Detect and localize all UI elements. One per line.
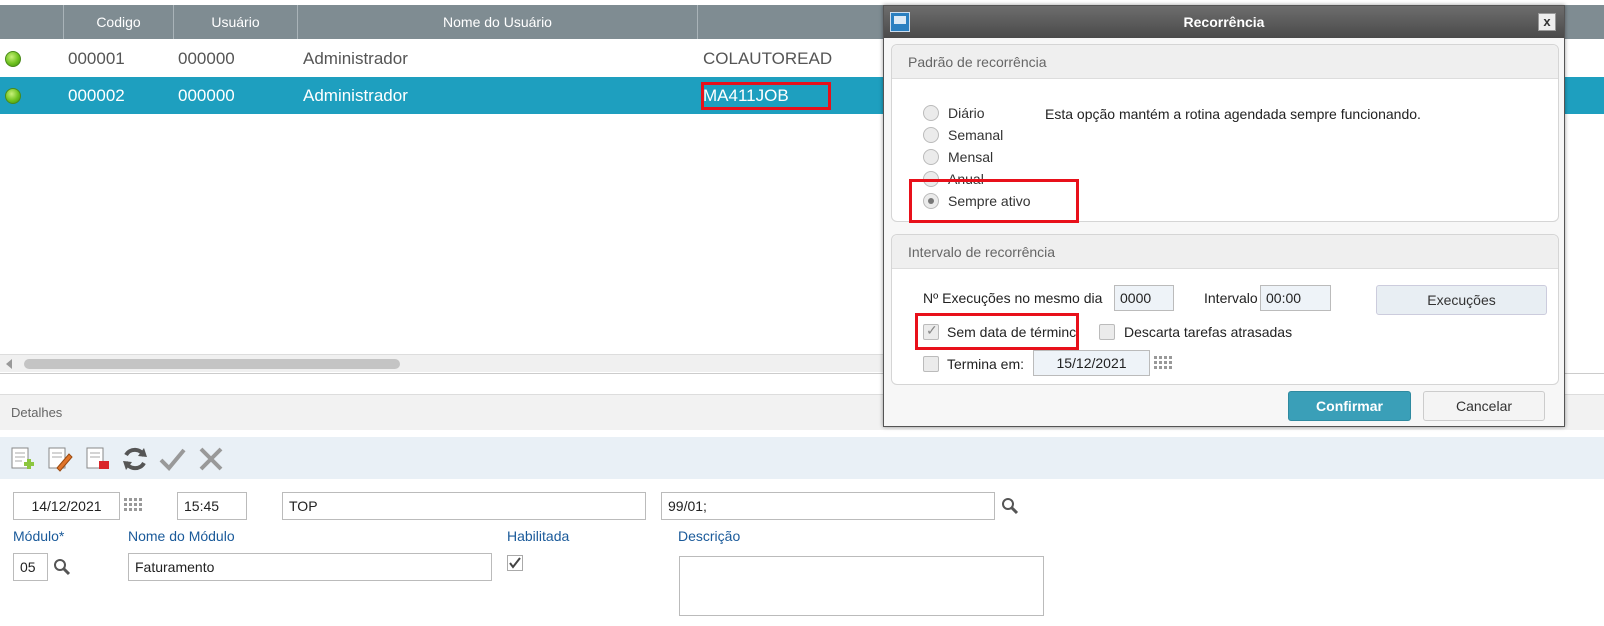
exec-count-label: Nº Execuções no mesmo dia — [923, 290, 1103, 306]
confirm-button[interactable]: Confirmar — [1288, 391, 1411, 421]
scroll-thumb[interactable] — [24, 359, 400, 369]
highlight-box — [915, 313, 1079, 350]
refresh-icon[interactable] — [120, 444, 150, 474]
details-title: Detalhes — [11, 405, 63, 420]
module-search-icon[interactable] — [53, 558, 71, 576]
interval-field[interactable]: 00:00 — [1260, 285, 1331, 311]
toolbar — [0, 437, 1604, 479]
radio-diario-label: Diário — [948, 105, 985, 121]
search-icon[interactable] — [1001, 497, 1019, 515]
dialog-title: Recorrência — [1183, 14, 1265, 30]
enabled-checkbox[interactable] — [507, 555, 523, 571]
radio-mensal-label: Mensal — [948, 149, 994, 165]
dialog-titlebar[interactable]: Recorrência — [884, 6, 1564, 38]
interval-title: Intervalo de recorrência — [892, 235, 1558, 269]
recurrence-interval-panel: Intervalo de recorrência Nº Execuções no… — [891, 234, 1559, 385]
row-codigo: 000002 — [68, 86, 125, 105]
radio-diario[interactable] — [923, 105, 939, 121]
status-ok-icon — [5, 88, 21, 104]
add-doc-icon[interactable] — [8, 444, 38, 474]
time-field[interactable]: 15:45 — [177, 492, 247, 520]
header-status[interactable] — [0, 5, 64, 39]
status-ok-icon — [5, 51, 21, 67]
row-rotina: COLAUTOREAD — [703, 49, 833, 68]
window-icon — [890, 12, 910, 32]
pattern-info-text: Esta opção mantém a rotina agendada semp… — [1045, 106, 1421, 122]
executions-button[interactable]: Execuções — [1376, 285, 1547, 315]
delete-doc-icon[interactable] — [83, 444, 113, 474]
environment-field[interactable]: TOP — [282, 492, 646, 520]
description-textarea[interactable] — [679, 556, 1044, 616]
check-icon[interactable] — [157, 444, 187, 474]
date-field[interactable]: 14/12/2021 — [13, 492, 120, 520]
discard-late-label: Descarta tarefas atrasadas — [1124, 324, 1293, 340]
cancel-button[interactable]: Cancelar — [1423, 391, 1545, 421]
horizontal-scrollbar[interactable] — [0, 354, 885, 372]
ends-on-date-field[interactable]: 15/12/2021 — [1033, 350, 1150, 376]
module-name-label: Nome do Módulo — [128, 528, 235, 544]
row-usuario: 000000 — [178, 86, 235, 105]
module-name-field[interactable]: Faturamento — [128, 553, 492, 581]
recurrence-dialog: Recorrência x Padrão de recorrência Diár… — [883, 5, 1565, 427]
header-usuario[interactable]: Usuário — [174, 5, 298, 39]
close-button[interactable]: x — [1538, 13, 1556, 31]
module-label: Módulo* — [13, 528, 65, 544]
exec-count-field[interactable]: 0000 — [1114, 285, 1174, 311]
radio-semanal[interactable] — [923, 127, 939, 143]
row-usuario: 000000 — [178, 49, 235, 68]
scroll-left-icon[interactable] — [6, 359, 12, 369]
highlight-box — [701, 82, 831, 110]
interval-label: Intervalo — [1204, 290, 1258, 306]
ends-on-checkbox[interactable] — [923, 356, 939, 372]
row-codigo: 000001 — [68, 49, 125, 68]
radio-semanal-label: Semanal — [948, 127, 1004, 143]
header-nome-usuario[interactable]: Nome do Usuário — [298, 5, 698, 39]
discard-late-checkbox[interactable] — [1099, 324, 1115, 340]
ends-on-label: Termina em: — [947, 356, 1025, 372]
description-label: Descrição — [678, 528, 741, 544]
enabled-label: Habilitada — [507, 528, 570, 544]
recurrence-pattern-panel: Padrão de recorrência Diário Semanal Men… — [891, 44, 1559, 223]
module-field[interactable]: 05 — [13, 553, 48, 581]
cancel-icon[interactable] — [196, 444, 226, 474]
highlight-box — [909, 179, 1079, 223]
row-nome: Administrador — [303, 86, 408, 105]
header-codigo[interactable]: Codigo — [64, 5, 174, 39]
calendar-icon[interactable] — [124, 498, 144, 514]
calendar-icon[interactable] — [1154, 356, 1174, 372]
radio-mensal[interactable] — [923, 149, 939, 165]
row-nome: Administrador — [303, 49, 408, 68]
edit-doc-icon[interactable] — [45, 444, 75, 474]
header-rotina[interactable] — [698, 5, 884, 39]
companies-field[interactable]: 99/01; — [661, 492, 995, 520]
pattern-title: Padrão de recorrência — [892, 45, 1558, 79]
